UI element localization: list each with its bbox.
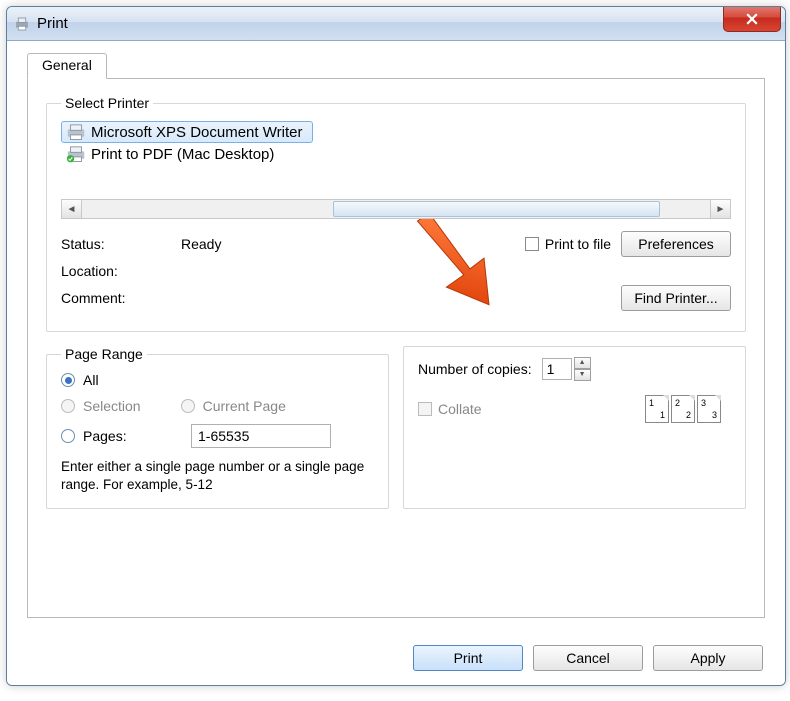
status-label: Status: (61, 236, 171, 252)
copies-group: Number of copies: ▲ ▼ Collate (403, 346, 746, 509)
printer-icon (65, 123, 87, 141)
printer-list[interactable]: Microsoft XPS Document Writer Print to P… (61, 121, 731, 191)
pages-input[interactable] (191, 424, 331, 448)
spin-up-icon[interactable]: ▲ (574, 357, 591, 369)
select-printer-group: Select Printer Microsoft XPS Document Wr… (46, 95, 746, 332)
print-button[interactable]: Print (413, 645, 523, 671)
radio-selection-label: Selection (83, 398, 141, 414)
collate-checkbox: Collate (418, 401, 482, 417)
page-range-group: Page Range All Selection Current Page (46, 346, 389, 509)
printer-list-scrollbar[interactable]: ◄ ► (61, 199, 731, 219)
radio-current-page: Current Page (181, 398, 286, 414)
scroll-left-icon[interactable]: ◄ (62, 200, 82, 218)
comment-label: Comment: (61, 290, 171, 306)
copies-input[interactable] (542, 358, 572, 380)
checkbox-box-icon (418, 402, 432, 416)
scroll-right-icon[interactable]: ► (710, 200, 730, 218)
select-printer-legend: Select Printer (61, 95, 153, 111)
copies-spinner[interactable]: ▲ ▼ (542, 357, 591, 381)
collate-label: Collate (438, 401, 482, 417)
radio-pages[interactable]: Pages: (61, 424, 374, 448)
radio-all-label: All (83, 372, 99, 388)
apply-button[interactable]: Apply (653, 645, 763, 671)
copies-label: Number of copies: (418, 361, 532, 377)
preferences-button[interactable]: Preferences (621, 231, 731, 257)
checkbox-box-icon (525, 237, 539, 251)
print-to-file-checkbox[interactable]: Print to file (525, 236, 611, 252)
printer-name: Microsoft XPS Document Writer (91, 124, 302, 141)
close-button[interactable] (723, 6, 781, 32)
dialog-button-bar: Print Cancel Apply (413, 645, 763, 671)
spin-down-icon[interactable]: ▼ (574, 369, 591, 381)
titlebar: Print (7, 7, 785, 41)
printer-icon (13, 15, 31, 33)
location-label: Location: (61, 263, 171, 279)
page-range-legend: Page Range (61, 346, 147, 362)
radio-selection: Selection (61, 398, 141, 414)
radio-icon (61, 373, 75, 387)
radio-current-page-label: Current Page (203, 398, 286, 414)
cancel-button[interactable]: Cancel (533, 645, 643, 671)
print-to-file-label: Print to file (545, 236, 611, 252)
radio-pages-label: Pages: (83, 428, 183, 444)
window-title: Print (37, 15, 68, 32)
scroll-thumb[interactable] (333, 201, 660, 217)
page-range-hint: Enter either a single page number or a s… (61, 458, 374, 494)
radio-icon (61, 399, 75, 413)
status-value: Ready (181, 236, 515, 252)
collate-icon: 11 22 33 (645, 395, 721, 423)
printer-item-pdf[interactable]: Print to PDF (Mac Desktop) (61, 143, 278, 165)
printer-item-xps[interactable]: Microsoft XPS Document Writer (61, 121, 313, 143)
printer-name: Print to PDF (Mac Desktop) (91, 146, 274, 163)
radio-icon (181, 399, 195, 413)
close-icon (746, 13, 758, 25)
dialog-client: General Select Printer Microsoft XPS Doc… (7, 41, 785, 685)
tab-strip: General (27, 53, 765, 79)
tab-general[interactable]: General (27, 53, 107, 79)
radio-icon (61, 429, 75, 443)
printer-icon (65, 145, 87, 163)
scroll-track[interactable] (82, 200, 710, 218)
tab-page-general: Select Printer Microsoft XPS Document Wr… (27, 78, 765, 618)
print-dialog: Print General Select Printer Microsoft X… (6, 6, 786, 686)
find-printer-button[interactable]: Find Printer... (621, 285, 731, 311)
radio-all[interactable]: All (61, 372, 374, 388)
